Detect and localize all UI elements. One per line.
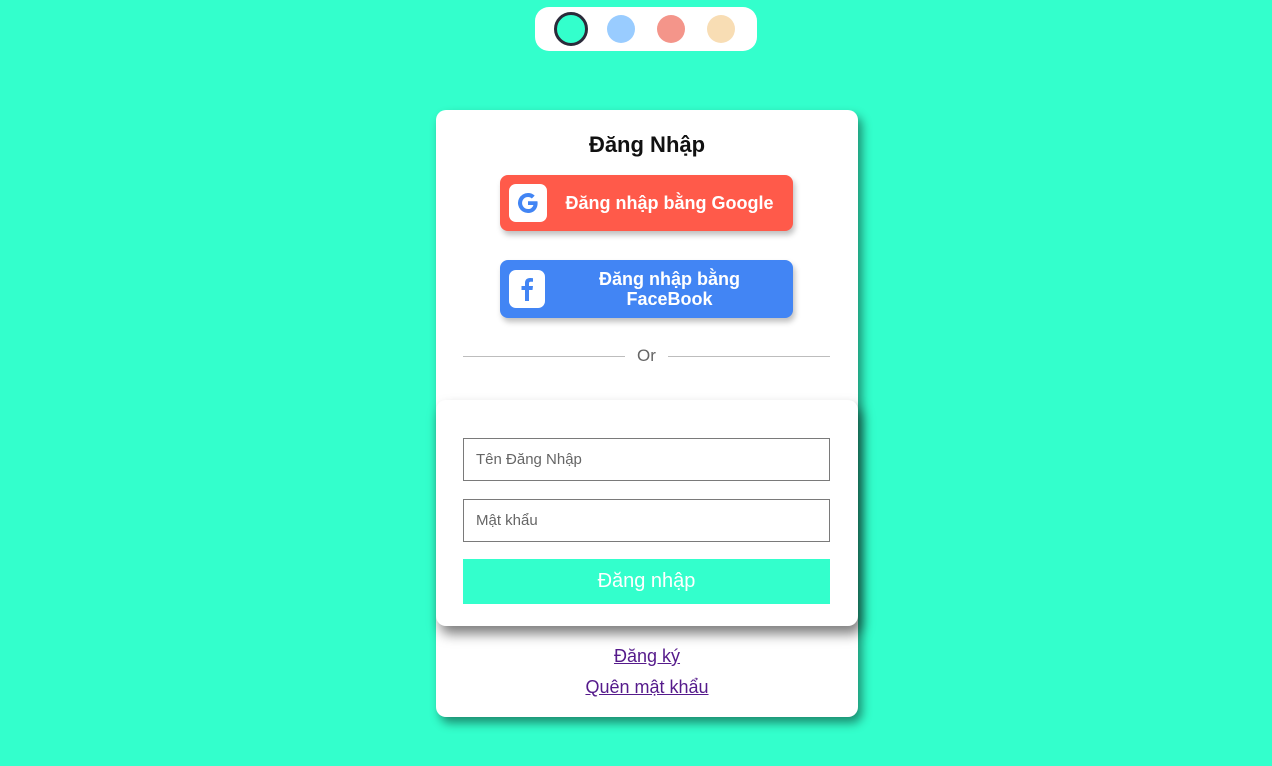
theme-switcher	[535, 7, 757, 51]
auth-links: Đăng ký Quên mật khẩu	[436, 641, 858, 703]
theme-swatch-mint[interactable]	[554, 12, 588, 46]
login-submit-button[interactable]: Đăng nhập	[463, 559, 830, 604]
facebook-login-button[interactable]: Đăng nhập bằng FaceBook	[500, 260, 793, 318]
theme-swatch-peach[interactable]	[707, 15, 735, 43]
or-divider: Or	[463, 346, 830, 366]
forgot-password-link[interactable]: Quên mật khẩu	[436, 672, 858, 703]
google-login-button[interactable]: Đăng nhập bằng Google	[500, 175, 793, 231]
theme-swatch-light-blue[interactable]	[607, 15, 635, 43]
facebook-icon	[509, 270, 545, 308]
page-title: Đăng Nhập	[588, 132, 706, 157]
google-icon	[509, 184, 547, 222]
password-input[interactable]	[463, 499, 830, 542]
username-input[interactable]	[463, 438, 830, 481]
register-link[interactable]: Đăng ký	[436, 641, 858, 672]
facebook-login-label: Đăng nhập bằng FaceBook	[599, 269, 740, 309]
divider-line-right	[668, 356, 830, 357]
google-login-label: Đăng nhập bằng Google	[565, 193, 774, 213]
login-form: Đăng nhập	[436, 400, 858, 626]
theme-swatch-salmon[interactable]	[657, 15, 685, 43]
